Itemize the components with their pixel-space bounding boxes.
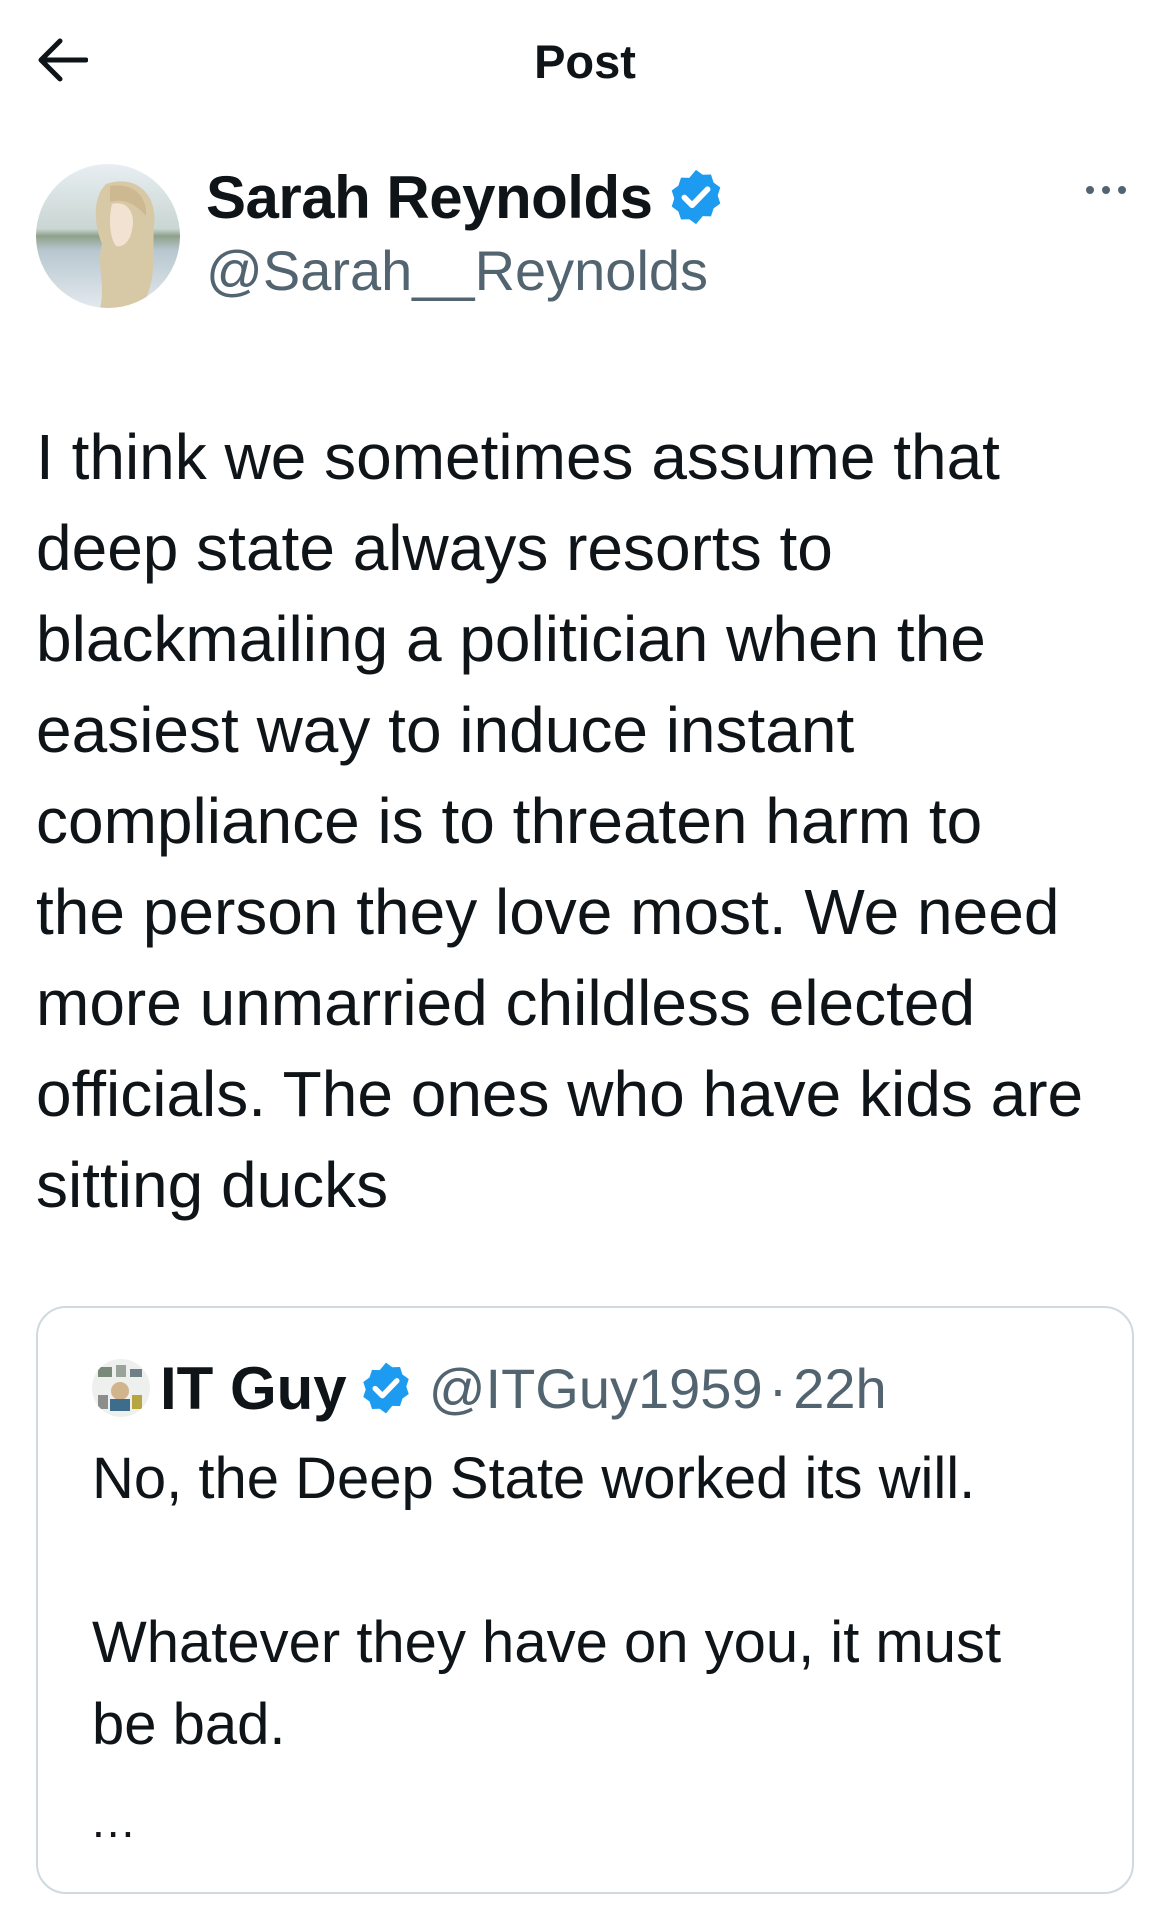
post-text: I think we sometimes assume that deep st… <box>36 421 1084 1221</box>
quoted-handle: @ITGuy1959 <box>428 1356 763 1420</box>
quoted-post-text: No, the Deep State worked its will. What… <box>92 1446 1002 1757</box>
verified-badge-icon <box>362 1362 409 1414</box>
quoted-post-card[interactable]: IT Guy @ITGuy1959 · 22h No, the Deep Sta… <box>36 1306 1134 1894</box>
verified-badge-icon <box>671 169 720 225</box>
display-name[interactable]: Sarah Reynolds <box>206 163 653 232</box>
avatar[interactable] <box>36 164 180 308</box>
quoted-post-header: IT Guy @ITGuy1959 · 22h <box>92 1352 887 1424</box>
truncation-ellipsis: ... <box>92 1795 137 1847</box>
quoted-display-name: IT Guy <box>160 1354 347 1422</box>
name-row: Sarah Reynolds <box>206 160 727 234</box>
avatar-image <box>36 164 180 308</box>
more-options-button[interactable] <box>1076 170 1136 210</box>
post-author: Sarah Reynolds @Sarah__Reynolds <box>36 160 1136 320</box>
separator-dot: · <box>768 1356 788 1420</box>
quoted-avatar-image <box>92 1359 150 1417</box>
page-title: Post <box>534 35 636 88</box>
handle[interactable]: @Sarah__Reynolds <box>206 238 708 303</box>
quoted-avatar <box>92 1359 150 1417</box>
more-horizontal-icon <box>1086 186 1126 194</box>
quoted-timestamp: 22h <box>793 1356 887 1420</box>
top-bar: Post <box>0 0 1170 125</box>
